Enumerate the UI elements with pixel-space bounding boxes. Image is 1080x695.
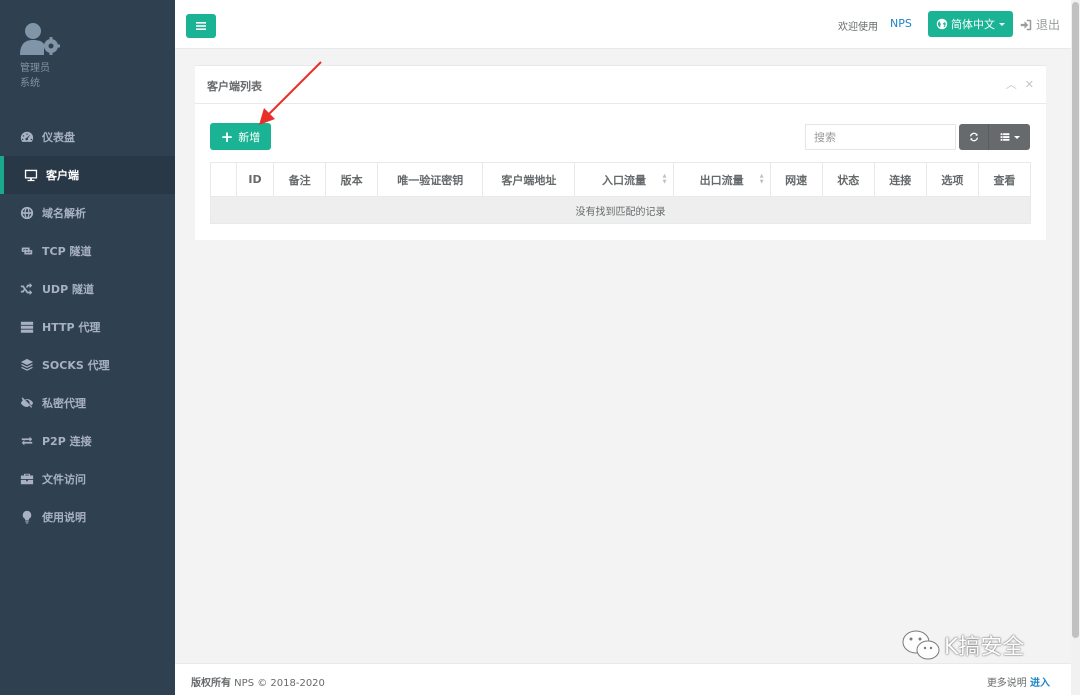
columns-toggle-button[interactable] [989,124,1030,150]
add-label: 新增 [238,130,261,144]
sidebar-item-p2p[interactable]: P2P 连接 [0,422,175,460]
layers-icon [20,358,34,372]
collapse-icon[interactable]: ︿ [1006,79,1017,91]
sidebar-item-label: HTTP 代理 [42,321,101,334]
column-header-version[interactable]: 版本 [325,162,379,197]
sidebar-item-label: 私密代理 [42,397,86,410]
random-icon [20,282,34,296]
column-header-expand [209,162,238,197]
table-header-row: ID 备注 版本 唯一验证密钥 客户端地址 入口流量 出口流量 网速 状态 连接… [209,162,1032,197]
profile-name: 管理员 [20,63,50,74]
hamburger-icon [196,22,206,30]
sidebar-item-label: UDP 隧道 [42,283,94,296]
scrollbar-thumb[interactable] [1072,2,1079,638]
copyright-text: NPS © 2018-2020 [231,678,325,689]
globe-icon [936,18,948,30]
wechat-icon [902,630,940,660]
sidebar-item-help[interactable]: 使用说明 [0,498,175,536]
panel-header: 客户端列表 ︿ ✕ [195,66,1046,104]
eye-slash-icon [20,396,34,410]
column-header-status[interactable]: 状态 [821,162,875,197]
retweet-icon [20,244,34,258]
plus-icon: + [220,127,234,146]
server-icon [20,320,34,334]
caret-down-icon [1013,135,1020,139]
enter-link[interactable]: 进入 [1030,678,1050,689]
copyright: 版权所有 NPS © 2018-2020 [191,674,325,689]
client-table: ID 备注 版本 唯一验证密钥 客户端地址 入口流量 出口流量 网速 状态 连接… [209,162,1032,224]
logout-link[interactable]: 退出 [1020,16,1060,33]
language-dropdown[interactable]: 简体中文 [928,11,1013,37]
logout-label: 退出 [1036,18,1061,32]
sidebar: 管理员 系统 仪表盘 客户端 域名解析 TCP 隧道 UDP 隧道 HTTP 代… [0,0,175,695]
watermark-text: K搞安全 [944,635,1025,660]
user-gear-icon [20,22,60,56]
add-client-button[interactable]: + 新增 [210,123,271,150]
sidebar-item-label: TCP 隧道 [42,245,92,258]
empty-message: 没有找到匹配的记录 [210,196,1031,224]
column-header-remark[interactable]: 备注 [273,162,327,197]
brand-link[interactable]: NPS [890,17,912,30]
sidebar-item-http[interactable]: HTTP 代理 [0,308,175,346]
sidebar-item-tcp[interactable]: TCP 隧道 [0,232,175,270]
refresh-icon [969,132,978,142]
sidebar-item-udp[interactable]: UDP 隧道 [0,270,175,308]
table-row: 没有找到匹配的记录 [210,196,1031,224]
sidebar-item-socks[interactable]: SOCKS 代理 [0,346,175,384]
sidebar-item-label: 域名解析 [42,207,86,220]
sidebar-item-label: 使用说明 [42,511,86,524]
close-icon[interactable]: ✕ [1025,79,1034,91]
globe-icon [20,206,34,220]
lightbulb-icon [20,510,34,524]
sign-in-icon [1020,19,1032,30]
column-header-id[interactable]: ID [236,162,275,197]
sidebar-item-domain[interactable]: 域名解析 [0,194,175,232]
sidebar-item-files[interactable]: 文件访问 [0,460,175,498]
sidebar-item-label: SOCKS 代理 [42,359,110,372]
client-list-panel: 客户端列表 ︿ ✕ + 新增 ID 备注 版本 唯一验证密钥 客户端地址 [195,65,1046,240]
column-header-client-address[interactable]: 客户端地址 [482,162,576,197]
sidebar-nav: 仪表盘 客户端 域名解析 TCP 隧道 UDP 隧道 HTTP 代理 SOCKS… [0,118,175,536]
dashboard-icon [20,130,34,144]
copyright-bold: 版权所有 [191,678,231,689]
column-header-options[interactable]: 选项 [925,162,979,197]
column-header-connect[interactable]: 连接 [873,162,927,197]
column-header-export-flow[interactable]: 出口流量 [672,162,771,197]
footer: 版权所有 NPS © 2018-2020 更多说明 进入 [175,663,1080,695]
welcome-text: 欢迎使用 [838,22,878,33]
caret-down-icon [999,22,1005,26]
more-text: 更多说明 [986,678,1030,689]
profile-role: 系统 [20,78,40,89]
column-header-view[interactable]: 查看 [977,162,1032,197]
table-toolbar [959,124,1030,150]
page-scrollbar[interactable] [1071,0,1080,695]
top-navbar: 欢迎使用 NPS 简体中文 退出 [175,0,1080,49]
column-header-inlet-flow[interactable]: 入口流量 [574,162,674,197]
sidebar-item-label: P2P 连接 [42,435,92,448]
monitor-icon [24,168,38,182]
refresh-button[interactable] [959,124,989,150]
sidebar-item-clients[interactable]: 客户端 [0,156,175,194]
sidebar-item-private[interactable]: 私密代理 [0,384,175,422]
briefcase-icon [20,472,34,486]
column-header-speed[interactable]: 网速 [769,162,823,197]
profile[interactable]: 管理员 系统 [20,22,60,89]
watermark: K搞安全 [900,627,1024,663]
language-label: 简体中文 [951,18,995,31]
sidebar-item-dashboard[interactable]: 仪表盘 [0,118,175,156]
sidebar-item-label: 客户端 [46,169,79,182]
column-header-verify-key[interactable]: 唯一验证密钥 [377,162,484,197]
more-info: 更多说明 进入 [987,674,1050,689]
sidebar-item-label: 仪表盘 [42,131,75,144]
panel-title: 客户端列表 [207,80,262,93]
search-input[interactable] [805,124,956,150]
sidebar-item-label: 文件访问 [42,473,86,486]
menu-toggle-button[interactable] [186,14,216,38]
list-icon [1000,133,1009,141]
panel-tools: ︿ ✕ [1006,79,1034,91]
exchange-icon [20,434,34,448]
